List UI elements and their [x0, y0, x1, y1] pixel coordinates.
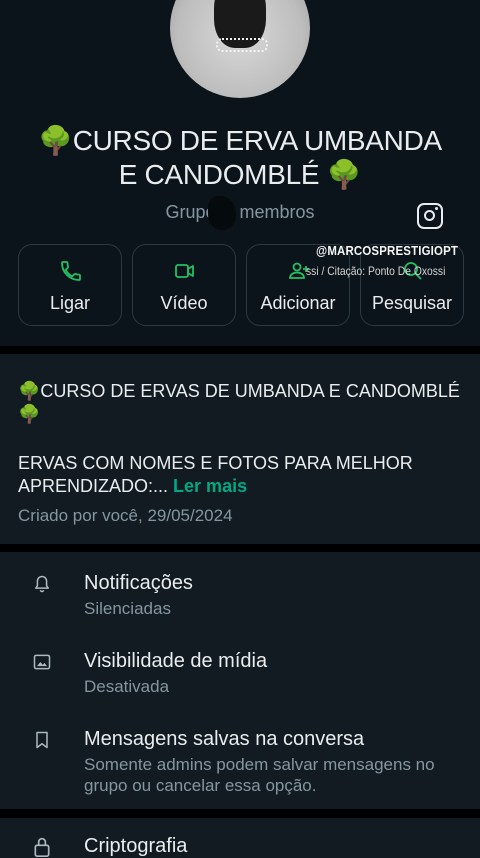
watermark-handle: @MARCOSPRESTIGIOPT: [316, 243, 459, 258]
group-title[interactable]: 🌳CURSO DE ERVA UMBANDA E CANDOMBLÉ 🌳: [30, 124, 450, 192]
encryption-setting[interactable]: Criptografia: [0, 818, 480, 858]
description-line-2: ERVAS COM NOMES E FOTOS PARA MELHOR APRE…: [18, 452, 462, 498]
description-line-1: 🌳CURSO DE ERVAS DE UMBANDA E CANDOMBLÉ 🌳: [18, 381, 460, 424]
bell-icon: [35, 575, 49, 593]
avatar-beads: [216, 38, 268, 52]
bookmark-icon: [36, 731, 48, 749]
encryption-title: Criptografia: [84, 835, 188, 857]
notifications-subtitle: Silenciadas: [84, 599, 171, 618]
lock-icon: [34, 837, 50, 857]
saved-messages-setting[interactable]: Mensagens salvas na conversa Somente adm…: [0, 708, 480, 808]
saved-messages-title: Mensagens salvas na conversa: [84, 728, 365, 750]
search-button-label: Pesquisar: [371, 293, 453, 313]
section-divider: [0, 544, 480, 552]
phone-icon: [61, 261, 81, 281]
saved-messages-subtitle: Somente admins podem salvar mensagens no…: [84, 755, 435, 795]
video-button-label: Vídeo: [160, 293, 208, 313]
member-count-label[interactable]: membros: [240, 202, 315, 222]
media-visibility-subtitle: Desativada: [84, 677, 170, 696]
media-visibility-setting[interactable]: Visibilidade de mídia Desativada: [0, 630, 480, 708]
created-by-label: Criado por você, 29/05/2024: [18, 506, 233, 525]
call-button[interactable]: Ligar: [18, 244, 122, 326]
watermark-credit: ssi / Citação: Ponto De Oxossi: [306, 264, 446, 278]
media-visibility-title: Visibilidade de mídia: [84, 650, 268, 672]
instagram-icon: [417, 203, 443, 229]
read-more-link[interactable]: Ler mais: [173, 476, 247, 496]
redaction-smudge: [208, 196, 236, 230]
group-header: 🌳CURSO DE ERVA UMBANDA E CANDOMBLÉ 🌳 Gru…: [0, 0, 480, 346]
section-divider: [0, 809, 480, 818]
notifications-title: Notificações: [84, 572, 193, 594]
group-avatar[interactable]: [170, 0, 310, 98]
notifications-setting[interactable]: Notificações Silenciadas: [0, 552, 480, 630]
image-icon: [33, 654, 51, 670]
section-divider: [0, 346, 480, 354]
add-member-button-label: Adicionar: [260, 293, 336, 313]
call-button-label: Ligar: [49, 293, 91, 313]
group-description[interactable]: 🌳CURSO DE ERVAS DE UMBANDA E CANDOMBLÉ 🌳…: [18, 380, 462, 498]
video-icon: [175, 264, 194, 278]
settings-section: Notificações Silenciadas Visibilidade de…: [0, 552, 480, 809]
group-subtitle: Grupo membros: [0, 202, 480, 223]
video-button[interactable]: Vídeo: [132, 244, 236, 326]
